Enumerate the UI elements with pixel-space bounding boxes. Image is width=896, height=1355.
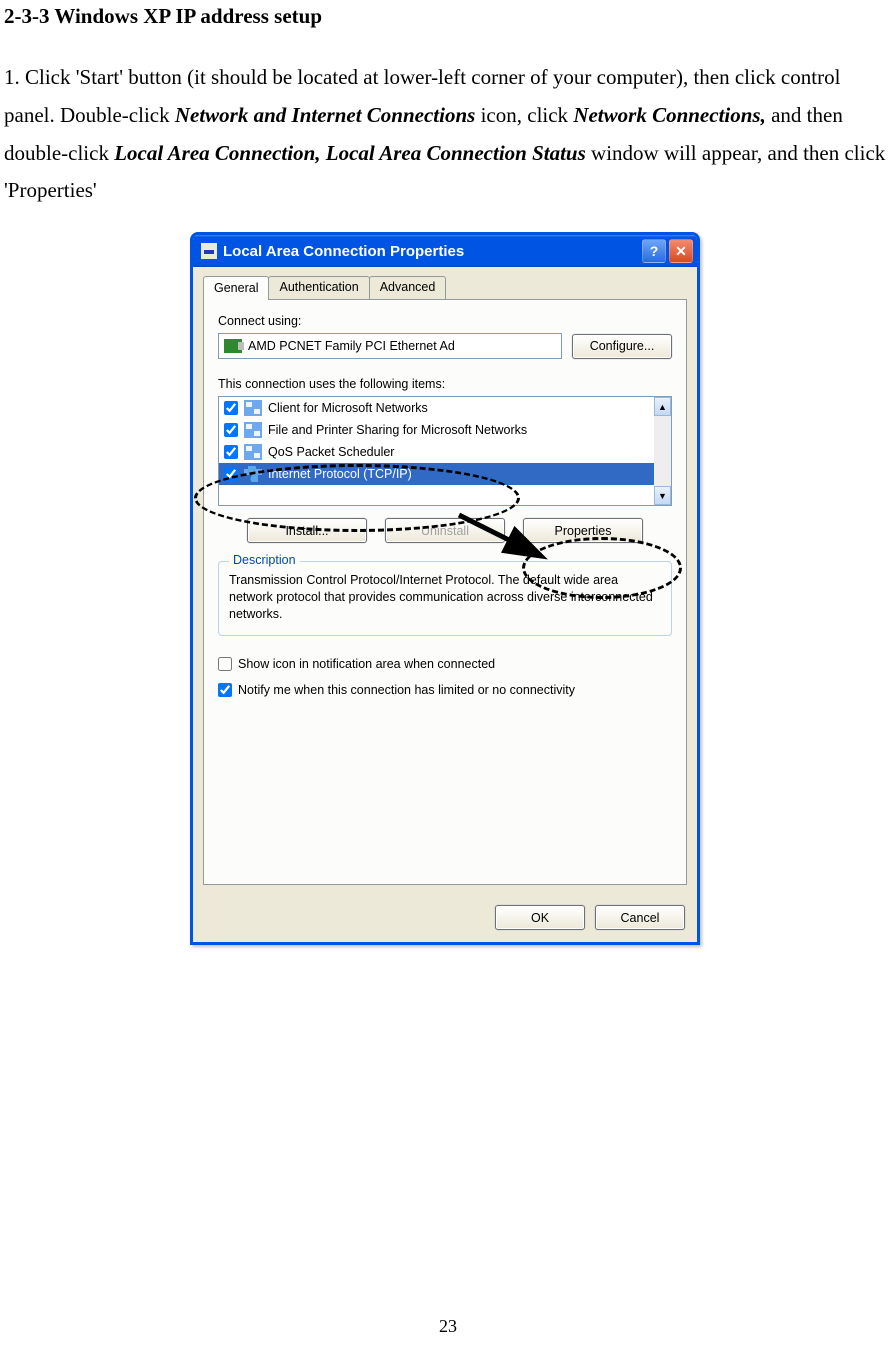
notify-label: Notify me when this connection has limit… — [238, 683, 575, 697]
protocol-icon — [244, 466, 262, 482]
tab-strip: General Authentication Advanced — [193, 268, 697, 300]
item-label: File and Printer Sharing for Microsoft N… — [268, 423, 527, 437]
install-button[interactable]: Install... — [247, 518, 367, 543]
show-icon-checkbox[interactable] — [218, 657, 232, 671]
scroll-down-icon[interactable]: ▼ — [654, 486, 671, 505]
cancel-button[interactable]: Cancel — [595, 905, 685, 930]
tab-panel-general: Connect using: AMD PCNET Family PCI Ethe… — [203, 299, 687, 885]
adapter-field[interactable]: AMD PCNET Family PCI Ethernet Ad — [218, 333, 562, 359]
para-segment: icon, click — [475, 103, 573, 127]
items-listbox[interactable]: Client for Microsoft Networks File and P… — [218, 396, 672, 506]
list-item-selected[interactable]: Internet Protocol (TCP/IP) — [219, 463, 671, 485]
configure-button[interactable]: Configure... — [572, 334, 672, 359]
service-icon — [244, 422, 262, 438]
item-label: Client for Microsoft Networks — [268, 401, 428, 415]
emphasis-text: Network and Internet Connections — [175, 103, 475, 127]
tab-general[interactable]: General — [203, 276, 269, 300]
show-icon-row[interactable]: Show icon in notification area when conn… — [218, 654, 672, 674]
notify-checkbox[interactable] — [218, 683, 232, 697]
tab-authentication[interactable]: Authentication — [268, 276, 369, 300]
properties-dialog: Local Area Connection Properties ? ✕ Gen… — [190, 232, 700, 945]
item-checkbox[interactable] — [224, 445, 238, 459]
listbox-scrollbar[interactable]: ▲ ▼ — [654, 397, 671, 505]
description-group: Description Transmission Control Protoco… — [218, 561, 672, 636]
tab-advanced[interactable]: Advanced — [369, 276, 447, 300]
connect-using-label: Connect using: — [218, 314, 672, 328]
item-label: QoS Packet Scheduler — [268, 445, 394, 459]
service-icon — [244, 444, 262, 460]
item-checkbox[interactable] — [224, 467, 238, 481]
uninstall-button[interactable]: Uninstall — [385, 518, 505, 543]
description-text: Transmission Control Protocol/Internet P… — [229, 572, 661, 623]
properties-button[interactable]: Properties — [523, 518, 643, 543]
scroll-up-icon[interactable]: ▲ — [654, 397, 671, 416]
description-title: Description — [229, 553, 300, 567]
instruction-paragraph: 1. Click 'Start' button (it should be lo… — [4, 59, 886, 210]
adapter-name: AMD PCNET Family PCI Ethernet Ad — [248, 339, 455, 353]
section-heading: 2-3-3 Windows XP IP address setup — [4, 0, 886, 29]
nic-icon — [224, 339, 242, 353]
client-icon — [244, 400, 262, 416]
emphasis-text: Local Area Connection, Local Area Connec… — [114, 141, 586, 165]
emphasis-text: Network Connections, — [573, 103, 766, 127]
window-icon — [201, 243, 217, 259]
help-button[interactable]: ? — [642, 239, 666, 263]
close-button[interactable]: ✕ — [669, 239, 693, 263]
show-icon-label: Show icon in notification area when conn… — [238, 657, 495, 671]
window-title: Local Area Connection Properties — [223, 243, 639, 260]
list-item[interactable]: QoS Packet Scheduler — [219, 441, 671, 463]
title-bar[interactable]: Local Area Connection Properties ? ✕ — [193, 235, 697, 267]
items-label: This connection uses the following items… — [218, 377, 672, 391]
ok-button[interactable]: OK — [495, 905, 585, 930]
page-number: 23 — [0, 1316, 896, 1337]
item-checkbox[interactable] — [224, 401, 238, 415]
item-label: Internet Protocol (TCP/IP) — [268, 467, 412, 481]
item-checkbox[interactable] — [224, 423, 238, 437]
list-item[interactable]: Client for Microsoft Networks — [219, 397, 671, 419]
notify-row[interactable]: Notify me when this connection has limit… — [218, 680, 672, 700]
list-item[interactable]: File and Printer Sharing for Microsoft N… — [219, 419, 671, 441]
